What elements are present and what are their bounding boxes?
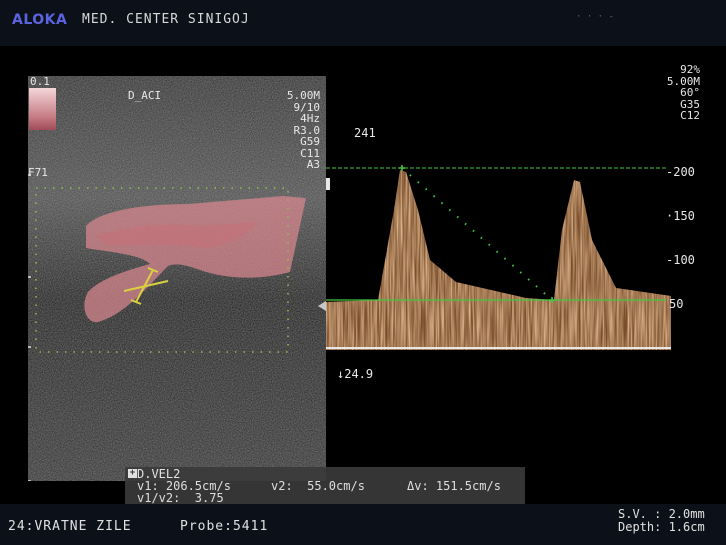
measurement-panel: + D.VEL2 v1: 206.5cm/s v2: 55.0cm/s Δv: … bbox=[125, 467, 525, 505]
exam-label: 24:VRATNE ZILE bbox=[8, 519, 132, 534]
axis-tick-200: -200 bbox=[666, 165, 695, 179]
doppler-spectrum bbox=[326, 165, 671, 350]
header-right-text: · · · - bbox=[576, 12, 614, 22]
axis-tick-100: -100 bbox=[666, 253, 695, 267]
measurement-dv: Δv: 151.5cm/s bbox=[407, 479, 501, 493]
spectrum-waveform bbox=[326, 170, 671, 350]
measurement-ratio: v1/v2: 3.75 bbox=[137, 491, 224, 505]
doppler-baseline-label: ↓24.9 bbox=[337, 367, 374, 381]
color-scale-bar bbox=[29, 88, 56, 130]
baseline-arrow-icon bbox=[318, 301, 326, 311]
axis-tick-50: 50 bbox=[669, 297, 684, 311]
bmode-params: 5.00M 9/10 4Hz R3.0 G59 C11 A3 bbox=[286, 89, 320, 171]
measurement-add-icon: + bbox=[128, 468, 137, 478]
sample-volume-info: S.V. : 2.0mm Depth: 1.6cm bbox=[618, 508, 705, 534]
header-bar: ALOKA MED. CENTER SINIGOJ · · · - bbox=[0, 0, 726, 46]
probe-label: Probe:5411 bbox=[180, 519, 269, 534]
axis-tick-150: ·150 bbox=[666, 209, 695, 223]
bmode-label: D_ACI bbox=[128, 89, 162, 102]
center-name: MED. CENTER SINIGOJ bbox=[82, 12, 250, 27]
doppler-peak-label: 241 bbox=[354, 126, 376, 140]
depth: Depth: 1.6cm bbox=[618, 520, 705, 534]
color-scale-top: 0.1 bbox=[30, 75, 50, 88]
bmode-left-label: F71 bbox=[28, 166, 48, 179]
brand-logo: ALOKA bbox=[12, 12, 68, 28]
measurement-v2: v2: 55.0cm/s bbox=[271, 479, 365, 493]
doppler-params: 92% 5.00M 60° G35 C12 bbox=[666, 63, 700, 122]
